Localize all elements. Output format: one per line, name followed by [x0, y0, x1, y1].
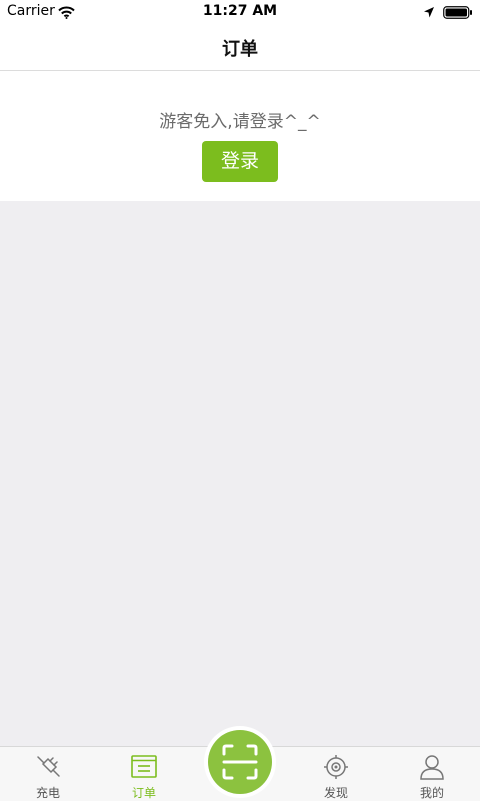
- tab-discover[interactable]: 发现: [288, 747, 384, 801]
- tab-label: 我的: [419, 786, 444, 800]
- location-arrow-icon: [423, 4, 435, 23]
- guest-message: 游客免入,请登录^_^: [159, 112, 321, 132]
- guest-login-panel: 游客免入,请登录^_^ 登录: [0, 71, 480, 201]
- tab-label: 充电: [35, 786, 60, 800]
- nav-bar: 订单: [0, 22, 480, 71]
- tab-mine[interactable]: 我的: [384, 747, 480, 801]
- battery-icon: [443, 4, 473, 23]
- login-button[interactable]: 登录: [202, 141, 278, 182]
- order-list-icon: [130, 753, 158, 781]
- status-time: 11:27 AM: [202, 3, 278, 19]
- tab-label: 订单: [131, 786, 156, 800]
- status-bar: Carrier 11:27 AM: [0, 0, 480, 22]
- scan-icon: [222, 744, 258, 780]
- scan-button[interactable]: [208, 730, 272, 794]
- plug-icon: [34, 753, 62, 781]
- tab-charge[interactable]: 充电: [0, 747, 96, 801]
- user-icon: [418, 753, 446, 781]
- target-icon: [322, 753, 350, 781]
- tab-orders[interactable]: 订单: [96, 747, 192, 801]
- tab-label: 发现: [323, 786, 348, 800]
- page-title: 订单: [222, 39, 258, 60]
